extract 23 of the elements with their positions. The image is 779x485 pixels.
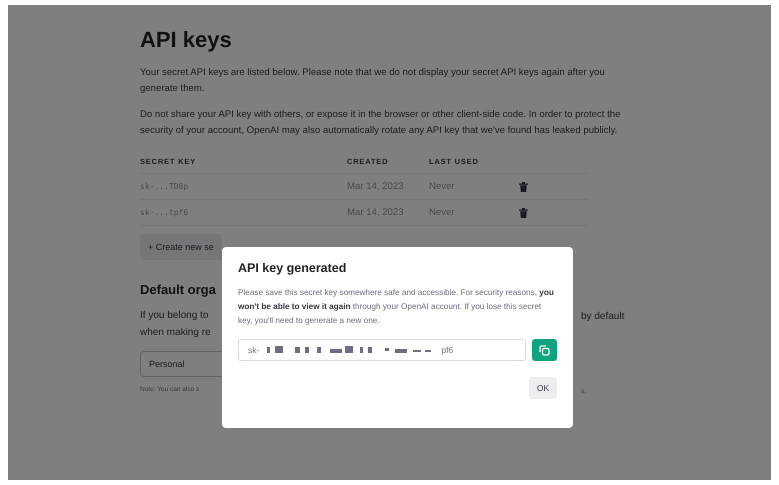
ok-button[interactable]: OK (529, 377, 557, 399)
organization-select[interactable]: Personal (140, 351, 222, 377)
copy-icon (539, 344, 550, 356)
description-text: Your secret API keys are listed below. Please note that we do not display your secret API keys again after you generate them. (140, 66, 606, 96)
table-cell: sk-...TD8p (140, 174, 347, 200)
section-text: by default (581, 310, 626, 324)
table-cell: Mar 14, 2023 (347, 200, 429, 226)
dialog-title: API key generated (238, 261, 348, 275)
table-cell: Never (429, 174, 519, 200)
api-key-field[interactable]: sk- pf6 (238, 339, 526, 361)
table-cell: sk-...tpf6 (140, 200, 347, 226)
dialog-text: Please save this secret key somewhere safe and accessible. For security reasons, you won't be able to view it again through your OpenAI account. If you lose this secret key, you'll need to generate a new one. (238, 287, 555, 327)
page-title: API keys (140, 27, 233, 53)
description-text: Do not share your API key with others, or expose it in the browser or other client-side code. In order to protect the security of your account, OpenAI may also automatically rotate any API key that we've found has leaked publicly. (140, 108, 622, 138)
section-text: If you belong to (140, 309, 210, 323)
trash-icon[interactable] (519, 208, 528, 218)
section-title: Default orga (140, 282, 216, 297)
table-cell: Never (429, 200, 519, 226)
section-text: when making re (140, 326, 211, 340)
table-cell: Mar 14, 2023 (347, 174, 429, 200)
copy-button[interactable] (532, 339, 557, 361)
create-key-button[interactable]: + Create new se (140, 234, 222, 260)
trash-icon[interactable] (519, 182, 528, 192)
